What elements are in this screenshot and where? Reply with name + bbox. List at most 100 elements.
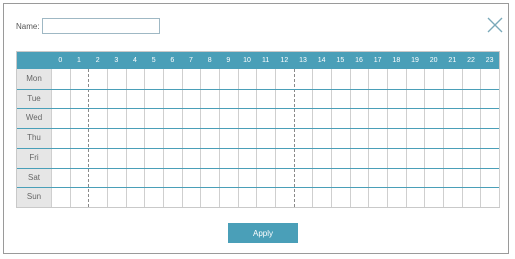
schedule-cell[interactable] [238,148,257,168]
schedule-cell[interactable] [126,168,145,188]
schedule-cell[interactable] [238,69,257,89]
schedule-cell[interactable] [51,148,70,168]
schedule-cell[interactable] [163,148,182,168]
schedule-cell[interactable] [480,168,499,188]
schedule-cell[interactable] [126,128,145,148]
schedule-cell[interactable] [443,148,462,168]
schedule-cell[interactable] [368,168,387,188]
close-button[interactable] [486,16,504,34]
schedule-cell[interactable] [387,148,406,168]
schedule-cell[interactable] [350,128,369,148]
apply-button[interactable]: Apply [228,223,298,243]
schedule-cell[interactable] [424,187,443,207]
schedule-cell[interactable] [350,69,369,89]
schedule-cell[interactable] [70,148,89,168]
schedule-cell[interactable] [294,148,313,168]
schedule-cell[interactable] [256,187,275,207]
schedule-cell[interactable] [424,108,443,128]
schedule-cell[interactable] [238,168,257,188]
schedule-cell[interactable] [312,148,331,168]
schedule-cell[interactable] [256,89,275,109]
schedule-cell[interactable] [331,187,350,207]
schedule-cell[interactable] [275,128,294,148]
schedule-cell[interactable] [163,128,182,148]
schedule-cell[interactable] [331,148,350,168]
schedule-cell[interactable] [219,187,238,207]
schedule-cell[interactable] [350,148,369,168]
schedule-cell[interactable] [200,128,219,148]
schedule-cell[interactable] [275,168,294,188]
schedule-cell[interactable] [443,168,462,188]
schedule-cell[interactable] [70,168,89,188]
schedule-cell[interactable] [256,69,275,89]
schedule-cell[interactable] [312,187,331,207]
schedule-cell[interactable] [443,69,462,89]
schedule-cell[interactable] [294,128,313,148]
schedule-cell[interactable] [312,69,331,89]
schedule-cell[interactable] [51,168,70,188]
schedule-cell[interactable] [424,148,443,168]
schedule-cell[interactable] [88,187,107,207]
schedule-cell[interactable] [88,168,107,188]
schedule-cell[interactable] [406,168,425,188]
schedule-cell[interactable] [219,168,238,188]
schedule-cell[interactable] [219,148,238,168]
schedule-cell[interactable] [163,168,182,188]
schedule-cell[interactable] [406,69,425,89]
schedule-cell[interactable] [238,187,257,207]
schedule-cell[interactable] [88,89,107,109]
schedule-cell[interactable] [163,187,182,207]
name-input[interactable] [41,18,160,34]
schedule-cell[interactable] [107,89,126,109]
schedule-cell[interactable] [480,89,499,109]
schedule-cell[interactable] [406,108,425,128]
schedule-cell[interactable] [331,89,350,109]
schedule-cell[interactable] [368,187,387,207]
schedule-cell[interactable] [51,89,70,109]
schedule-cell[interactable] [182,148,201,168]
schedule-cell[interactable] [406,89,425,109]
schedule-cell[interactable] [219,89,238,109]
schedule-cell[interactable] [462,168,481,188]
schedule-cell[interactable] [275,89,294,109]
schedule-cell[interactable] [312,128,331,148]
schedule-cell[interactable] [256,108,275,128]
schedule-cell[interactable] [387,168,406,188]
schedule-cell[interactable] [70,108,89,128]
schedule-cell[interactable] [107,128,126,148]
schedule-cell[interactable] [70,187,89,207]
schedule-cell[interactable] [163,69,182,89]
schedule-cell[interactable] [387,128,406,148]
schedule-cell[interactable] [462,187,481,207]
schedule-cell[interactable] [275,108,294,128]
schedule-cell[interactable] [200,168,219,188]
schedule-cell[interactable] [350,168,369,188]
schedule-cell[interactable] [294,108,313,128]
schedule-cell[interactable] [294,69,313,89]
schedule-cell[interactable] [182,89,201,109]
schedule-cell[interactable] [107,148,126,168]
schedule-cell[interactable] [312,89,331,109]
schedule-cell[interactable] [312,108,331,128]
schedule-cell[interactable] [219,108,238,128]
schedule-cell[interactable] [88,148,107,168]
schedule-cell[interactable] [350,108,369,128]
schedule-cell[interactable] [51,128,70,148]
schedule-cell[interactable] [424,89,443,109]
schedule-cell[interactable] [331,128,350,148]
schedule-cell[interactable] [182,128,201,148]
schedule-cell[interactable] [443,187,462,207]
schedule-cell[interactable] [107,187,126,207]
schedule-cell[interactable] [443,89,462,109]
schedule-cell[interactable] [126,108,145,128]
schedule-cell[interactable] [70,128,89,148]
schedule-cell[interactable] [182,187,201,207]
schedule-cell[interactable] [238,128,257,148]
schedule-cell[interactable] [462,128,481,148]
schedule-cell[interactable] [368,108,387,128]
schedule-cell[interactable] [163,89,182,109]
schedule-cell[interactable] [200,69,219,89]
schedule-cell[interactable] [163,108,182,128]
schedule-cell[interactable] [107,108,126,128]
schedule-cell[interactable] [480,128,499,148]
